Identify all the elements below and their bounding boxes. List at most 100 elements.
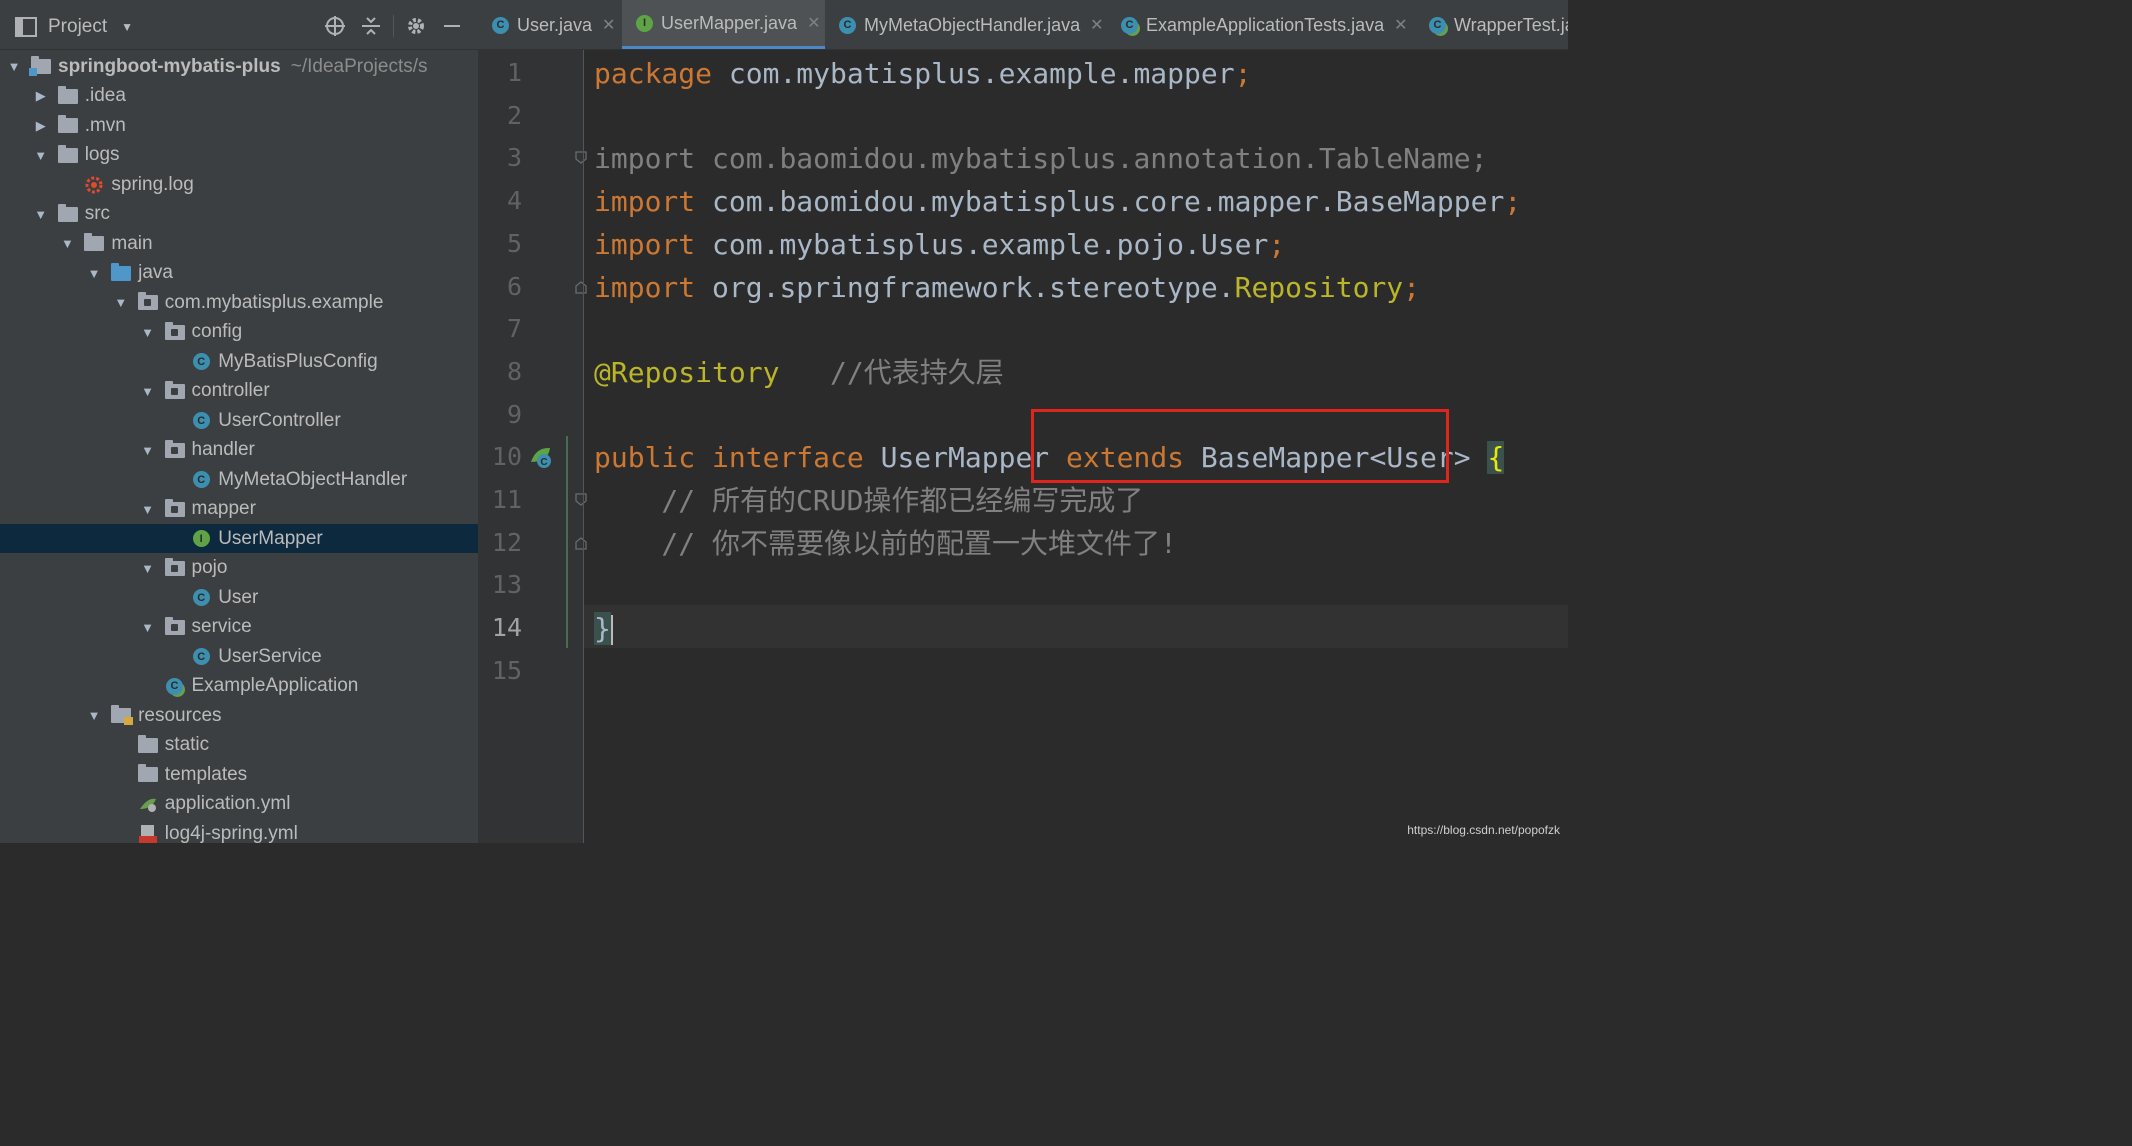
expand-arrow-icon[interactable]: ▼ (6, 59, 22, 74)
code-line-11[interactable]: // 所有的CRUD操作都已经编写完成了 (594, 479, 1143, 522)
tree-item-label: service (191, 616, 252, 637)
keyword-interface: interface (695, 441, 864, 474)
locate-icon[interactable] (317, 12, 353, 40)
tree-item[interactable]: ▼ handler (0, 436, 478, 465)
editor-tab[interactable]: C WrapperTest.ja (1415, 0, 1568, 49)
tree-item-label: static (164, 734, 210, 755)
collapse-arrow-icon[interactable]: ▶ (33, 118, 49, 134)
expand-arrow-icon[interactable]: ▼ (33, 148, 49, 163)
code-line-1[interactable]: package com.mybatisplus.example.mapper; (594, 52, 1251, 95)
close-icon[interactable]: ✕ (807, 13, 820, 33)
interface-name: UserMapper (863, 441, 1067, 474)
tree-item[interactable]: C MyMetaObjectHandler (0, 465, 478, 494)
tree-item[interactable]: C User (0, 583, 478, 612)
editor-tab[interactable]: I UserMapper.java ✕ (622, 0, 825, 49)
tab-label: WrapperTest.ja (1454, 14, 1568, 35)
code-editor: C User.java ✕ I UserMapper.java ✕ C MyMetaObjec… (478, 0, 1568, 843)
code-line-4[interactable]: import com.baomidou.mybatisplus.core.map… (594, 180, 1521, 223)
class-icon: C (492, 16, 509, 34)
tree-item[interactable]: ▼ service (0, 613, 478, 642)
vcs-change-marker (566, 436, 568, 648)
expand-arrow-icon[interactable]: ▼ (140, 325, 156, 340)
fold-icon[interactable] (574, 493, 588, 507)
code-line-8[interactable]: @Repository //代表持久层 (594, 351, 1004, 394)
code-line-10[interactable]: public interface UserMapper extends Base… (594, 436, 1505, 479)
tree-item[interactable]: I UserMapper (0, 524, 478, 553)
resources-folder-icon (110, 705, 134, 726)
folder-icon (57, 203, 79, 224)
tree-item-label: spring.log (111, 173, 194, 195)
expand-arrow-icon[interactable]: ▼ (33, 207, 49, 222)
fold-icon[interactable] (574, 536, 588, 550)
tree-item[interactable]: log4j-spring.yml (0, 819, 478, 843)
tree-item[interactable]: ▼ pojo (0, 554, 478, 583)
tree-item-label: com.mybatisplus.example (164, 291, 384, 313)
tree-item[interactable]: static (0, 731, 478, 760)
tree-item[interactable]: C ExampleApplication (0, 672, 478, 701)
tree-item-label: UserService (218, 645, 322, 667)
tree-item[interactable]: ▼ springboot-mybatis-plus ~/IdeaProjects/s (0, 52, 478, 81)
tree-item[interactable]: ▼ controller (0, 377, 478, 406)
tree-item-label: UserMapper (218, 527, 323, 549)
collapse-all-icon[interactable] (353, 12, 389, 40)
close-icon[interactable]: ✕ (602, 15, 615, 35)
tree-item[interactable]: ▼ src (0, 200, 478, 229)
collapse-arrow-icon[interactable]: ▶ (33, 88, 49, 104)
semicolon: ; (1504, 185, 1522, 218)
code-line-3[interactable]: import com.baomidou.mybatisplus.annotati… (594, 137, 1487, 180)
line-number: 14 (491, 613, 522, 643)
code-line-14[interactable]: } (594, 607, 613, 650)
tree-item-label: resources (138, 704, 222, 726)
expand-arrow-icon[interactable]: ▼ (113, 295, 129, 310)
expand-arrow-icon[interactable]: ▼ (140, 561, 156, 576)
tree-item[interactable]: C UserController (0, 406, 478, 435)
tree-item[interactable]: ▼ config (0, 318, 478, 347)
code-line-5[interactable]: import com.mybatisplus.example.pojo.User… (594, 223, 1285, 266)
editor-tab[interactable]: C MyMetaObjectHandler.java ✕ (825, 0, 1107, 49)
expand-arrow-icon[interactable]: ▼ (140, 620, 156, 635)
package-name: com.mybatisplus.example.mapper (712, 57, 1235, 90)
code-line-6[interactable]: import org.springframework.stereotype.Re… (594, 266, 1420, 309)
tab-label: UserMapper.java (661, 12, 798, 33)
tree-item-label: controller (191, 380, 270, 401)
tree-item[interactable]: templates (0, 760, 478, 789)
code-line-12[interactable]: // 你不需要像以前的配置一大堆文件了! (594, 522, 1176, 565)
tree-item[interactable]: application.yml (0, 790, 478, 819)
tree-item[interactable]: ▼ com.mybatisplus.example (0, 288, 478, 317)
project-view-selector[interactable]: Project ▼ (14, 14, 133, 40)
tree-item[interactable]: ▼ java (0, 259, 478, 288)
expand-arrow-icon[interactable]: ▼ (140, 384, 156, 399)
tree-item[interactable]: ▶ .idea (0, 82, 478, 111)
tree-item[interactable]: ▼ resources (0, 701, 478, 730)
gutter-line: 1 (478, 52, 583, 95)
tree-item[interactable]: ▶ .mvn (0, 111, 478, 140)
editor-tab[interactable]: C User.java ✕ (478, 0, 622, 49)
expand-arrow-icon[interactable]: ▼ (59, 236, 75, 251)
tree-item[interactable]: spring.log (0, 170, 478, 199)
expand-arrow-icon[interactable]: ▼ (140, 502, 156, 517)
close-icon[interactable]: ✕ (1090, 15, 1103, 35)
line-number: 5 (506, 228, 522, 258)
fold-icon[interactable] (574, 151, 588, 165)
toolbar-divider (393, 15, 394, 37)
expand-arrow-icon[interactable]: ▼ (86, 266, 102, 281)
tree-item[interactable]: ▼ main (0, 229, 478, 258)
expand-arrow-icon[interactable]: ▼ (86, 708, 102, 723)
watermark: https://blog.csdn.net/popofzk (1407, 823, 1560, 837)
editor-tab[interactable]: C ExampleApplicationTests.java ✕ (1107, 0, 1415, 49)
fold-icon[interactable] (574, 280, 588, 294)
hide-icon[interactable] (434, 12, 470, 40)
tree-item[interactable]: ▼ logs (0, 141, 478, 170)
tree-item-label: pojo (191, 557, 228, 578)
tree-item[interactable]: C UserService (0, 642, 478, 671)
implementation-gutter-icon[interactable]: C (528, 444, 554, 475)
tree-item[interactable]: C MyBatisPlusConfig (0, 347, 478, 376)
close-icon[interactable]: ✕ (1394, 15, 1407, 35)
line-number: 3 (506, 143, 522, 173)
gear-icon[interactable] (398, 12, 434, 40)
svg-text:C: C (540, 457, 547, 468)
expand-arrow-icon[interactable]: ▼ (140, 443, 156, 458)
project-panel-title: Project (48, 16, 108, 37)
log-file-icon (83, 175, 105, 195)
tree-item[interactable]: ▼ mapper (0, 495, 478, 524)
